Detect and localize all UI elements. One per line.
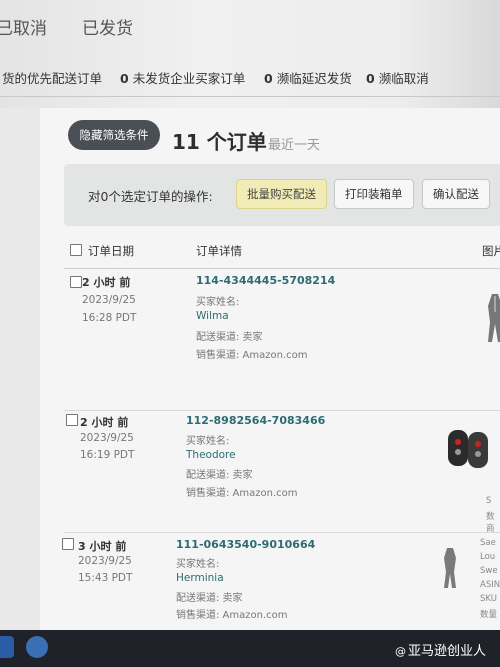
table-row: 2 小时 前 2023/9/25 16:28 PDT 114-4344445-5… [64,270,500,411]
table-row: 3 小时 前 2023/9/25 15:43 PDT 111-0643540-9… [62,534,500,630]
product-snippet: 商 [486,524,495,534]
orders-panel: 隐藏筛选条件 11 个订单 最近一天 对0个选定订单的操作: 批量购买配送 打印… [40,108,500,630]
buyer-name-link[interactable]: Theodore [186,449,236,461]
divider [0,96,500,97]
queue-priority-shipping[interactable]: 货的优先配送订单 [0,68,102,87]
order-id-link[interactable]: 112-8982564-7083466 [186,414,325,427]
sales-channel: 销售渠道: Amazon.com [196,350,308,361]
shipping-channel: 配送渠道: 卖家 [196,332,263,343]
table-row: 2 小时 前 2023/9/25 16:19 PDT 112-8982564-7… [64,410,500,534]
product-snippet: Sae [480,538,496,548]
app-icon[interactable] [0,636,14,658]
shipping-channel: 配送渠道: 卖家 [176,593,243,604]
product-snippet: S [486,496,492,506]
order-time-ago: 3 小时 前 [78,540,127,553]
order-id-link[interactable]: 111-0643540-9010664 [176,538,315,551]
order-time: 16:19 PDT [80,449,135,461]
table-header: 订单日期 订单详情 图片 [64,234,500,269]
confirm-shipment-button[interactable]: 确认配送 [422,179,490,209]
bulk-action-bar: 对0个选定订单的操作: 批量购买配送 打印装箱单 确认配送 [64,164,500,226]
column-order-details: 订单详情 [196,244,242,258]
buyer-label: 买家姓名: [196,297,240,308]
tab-cancelled[interactable]: 已取消 [0,14,47,39]
watermark: @ 亚马逊创业人 [394,644,486,659]
clothing-figure-icon[interactable] [484,292,500,346]
hide-filters-button[interactable]: 隐藏筛选条件 [68,120,160,150]
queue-late-shipment[interactable]: 0 濒临延迟发货 [264,68,352,87]
buyer-name-link[interactable]: Herminia [176,572,224,584]
order-queue-summary: 货的优先配送订单 0 未发货企业买家订单 0 濒临延迟发货 0 濒临取消 [0,64,500,98]
screen: 已取消 已发货 货的优先配送订单 0 未发货企业买家订单 0 濒临延迟发货 0 濒临取… [0,0,500,630]
tab-shipped[interactable]: 已发货 [82,14,133,39]
buyer-name-link[interactable]: Wilma [196,310,229,322]
browser-icon[interactable] [26,636,48,658]
print-packing-slip-button[interactable]: 打印装箱单 [334,179,414,209]
status-tabs: 已取消 已发货 [0,10,500,50]
order-time: 15:43 PDT [78,572,133,584]
product-snippet: 数 [486,512,495,522]
product-snippet: 数量 [480,610,498,620]
product-snippet: Swe [480,566,498,576]
select-all-checkbox[interactable] [70,244,82,256]
queue-business-unshipped[interactable]: 0 未发货企业买家订单 [120,68,245,87]
row-checkbox[interactable] [70,276,82,288]
product-snippet: SKU [480,594,497,604]
product-snippet: Lou [480,552,496,562]
buyer-label: 买家姓名: [176,559,220,570]
order-time-ago: 2 小时 前 [82,276,131,289]
buy-shipping-button[interactable]: 批量购买配送 [236,179,327,209]
sales-channel: 销售渠道: Amazon.com [186,488,298,499]
order-range: 最近一天 [268,138,321,153]
product-snippet: ASIN [480,580,500,590]
order-time-ago: 2 小时 前 [80,416,129,429]
column-order-date[interactable]: 订单日期 [88,243,134,259]
sales-channel: 销售渠道: Amazon.com [176,610,288,621]
order-time: 16:28 PDT [82,312,137,324]
clothing-figure-icon[interactable] [440,546,460,590]
order-date: 2023/9/25 [80,432,134,444]
queue-near-cancel[interactable]: 0 濒临取消 [366,68,429,87]
buyer-label: 买家姓名: [186,436,230,447]
car-key-fob-icon[interactable] [446,428,490,470]
order-date: 2023/9/25 [78,555,132,567]
order-count: 11 个订单 [172,130,267,154]
left-panel [0,108,41,630]
bulk-action-label: 对0个选定订单的操作: [88,189,213,204]
taskbar: @ 亚马逊创业人 [0,630,500,667]
row-checkbox[interactable] [66,414,78,426]
row-checkbox[interactable] [62,538,74,550]
order-id-link[interactable]: 114-4344445-5708214 [196,274,335,287]
column-image: 图片 [482,244,500,258]
at-icon: @ [394,645,406,658]
order-date: 2023/9/25 [82,294,136,306]
shipping-channel: 配送渠道: 卖家 [186,470,253,481]
